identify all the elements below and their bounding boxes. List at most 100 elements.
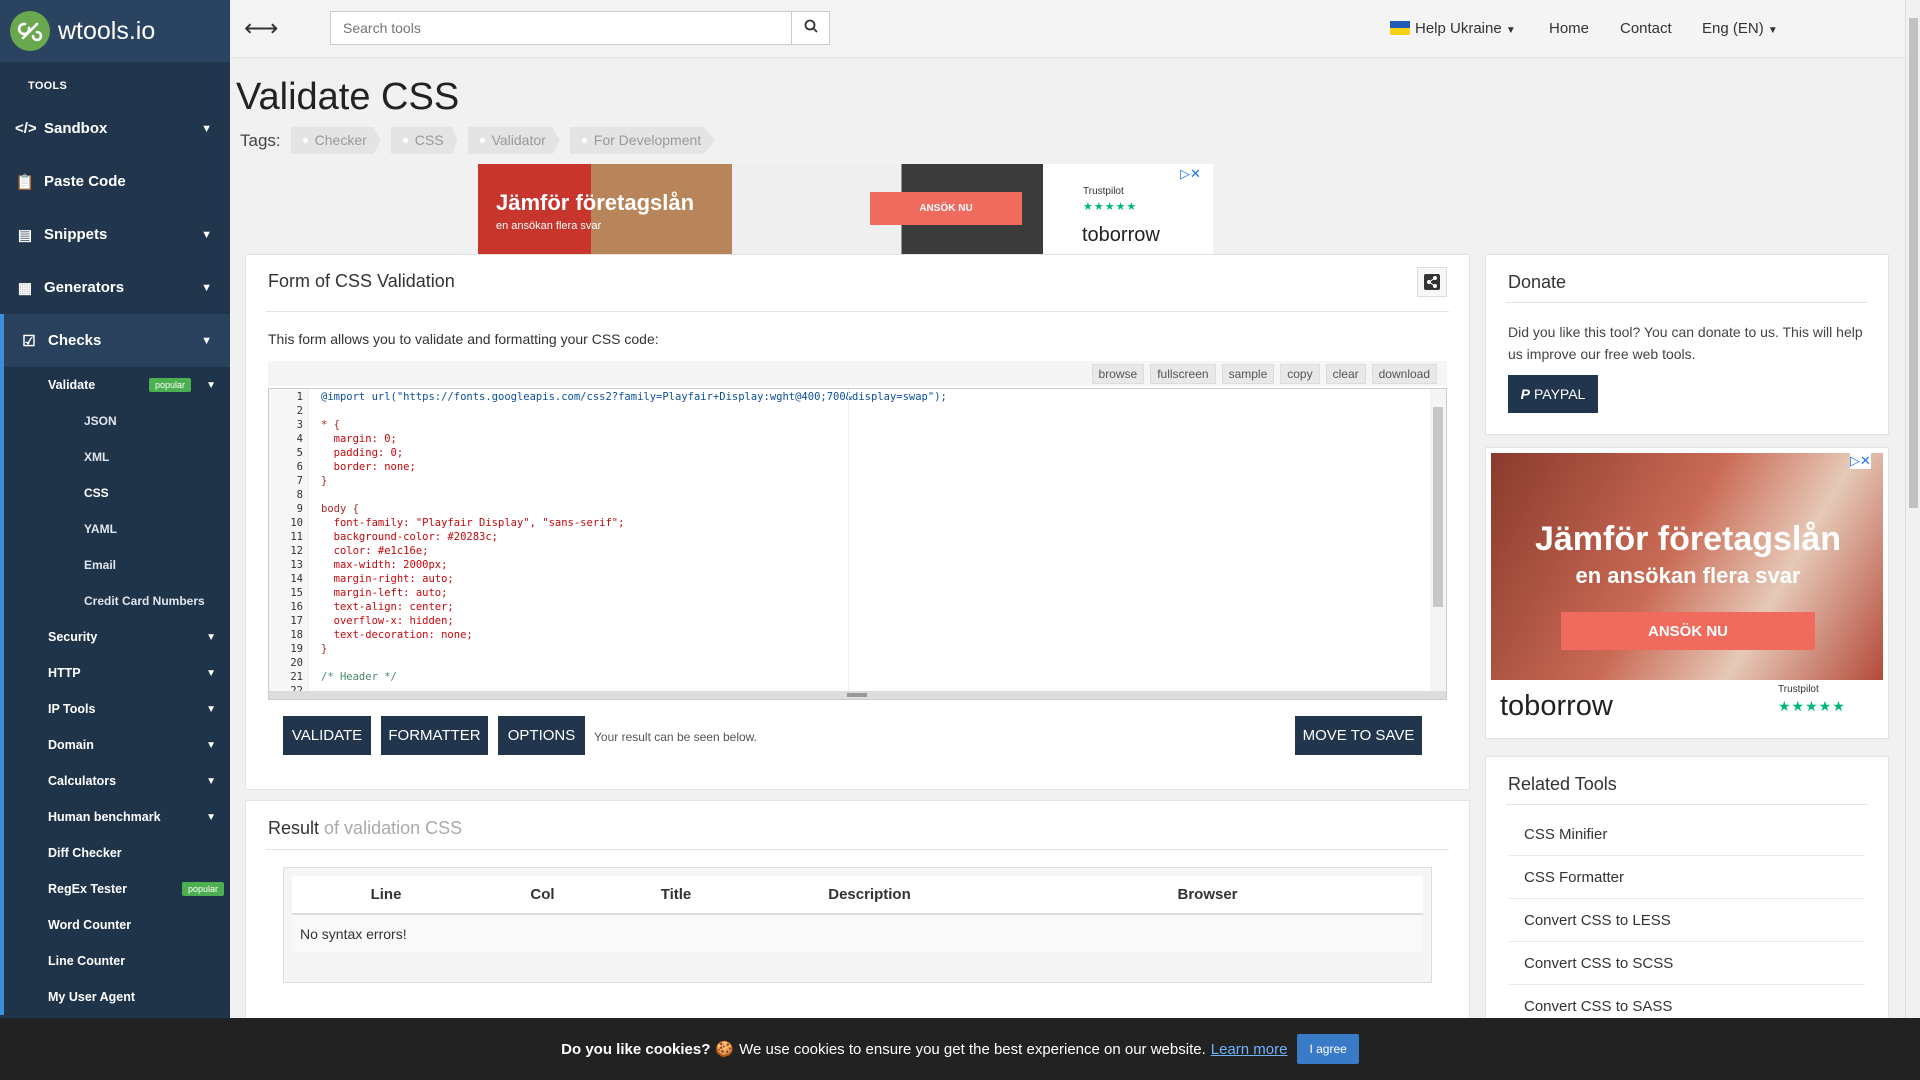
validate-button[interactable]: VALIDATE	[283, 716, 371, 755]
copy-button[interactable]: copy	[1280, 363, 1320, 384]
code-line[interactable]: background-color: #20283c;	[321, 531, 498, 543]
clear-button[interactable]: clear	[1325, 363, 1366, 384]
move-to-save-button[interactable]: MOVE TO SAVE	[1295, 716, 1422, 755]
sidebar-item-ip-tools[interactable]: IP Tools ▼	[4, 691, 230, 727]
help-ukraine-menu[interactable]: Help Ukraine ▼	[1390, 20, 1516, 37]
code-line[interactable]: text-align: center;	[321, 601, 454, 613]
code-line[interactable]: margin-left: auto;	[321, 587, 448, 599]
sidebar-item-email[interactable]: Email	[4, 547, 230, 583]
code-line[interactable]: }	[321, 475, 327, 487]
paypal-button[interactable]: P PAYPAL	[1508, 375, 1598, 413]
logo[interactable]: wtools.io	[0, 0, 230, 62]
result-panel-title: Result of validation CSS	[266, 801, 1449, 850]
side-advertisement[interactable]: Jämför företagslån en ansökan flera svar…	[1485, 447, 1889, 739]
scrollbar-thumb[interactable]	[1909, 18, 1918, 508]
page-scrollbar[interactable]	[1905, 0, 1920, 1018]
learn-more-link[interactable]: Learn more	[1211, 1041, 1288, 1058]
sidebar-item-json[interactable]: JSON	[4, 403, 230, 439]
editor-scrollbar-thumb[interactable]	[1433, 407, 1443, 607]
ad-trustpilot: Trustpilot	[1083, 186, 1124, 197]
sidebar-item-calculators[interactable]: Calculators ▼	[4, 763, 230, 799]
options-button[interactable]: OPTIONS	[498, 716, 585, 755]
sidebar-item-credit-card[interactable]: Credit Card Numbers	[4, 583, 230, 619]
related-tool-link[interactable]: Convert CSS to SCSS	[1509, 942, 1865, 985]
code-line[interactable]: max-width: 2000px;	[321, 559, 448, 571]
code-line[interactable]: margin: 0;	[321, 433, 397, 445]
code-line[interactable]: body {	[321, 503, 359, 515]
resize-handle[interactable]	[847, 693, 867, 697]
ad-choices-close-icon[interactable]: ▷✕	[1850, 453, 1871, 469]
code-line[interactable]: padding: 0;	[321, 447, 404, 459]
ad-stars-icon: ★★★★★	[1778, 698, 1846, 714]
sidebar-item-human-benchmark[interactable]: Human benchmark ▼	[4, 799, 230, 835]
share-icon[interactable]	[1417, 267, 1447, 297]
related-tool-link[interactable]: CSS Minifier	[1509, 813, 1865, 856]
tag-validator[interactable]: Validator	[467, 127, 560, 154]
ad-choices-close-icon[interactable]: ▷✕	[1180, 166, 1201, 182]
formatter-button[interactable]: FORMATTER	[381, 716, 488, 755]
sidebar-item-user-agent[interactable]: My User Agent	[4, 979, 230, 1015]
code-line[interactable]: * {	[321, 419, 340, 431]
tag-checker[interactable]: Checker	[290, 127, 381, 154]
nav-contact[interactable]: Contact	[1620, 20, 1672, 37]
fullscreen-button[interactable]: fullscreen	[1150, 363, 1216, 384]
wrench-gear-icon	[10, 11, 50, 51]
sidebar-item-label: Snippets	[44, 226, 108, 243]
sidebar-item-css[interactable]: CSS	[4, 475, 230, 511]
code-line[interactable]: margin-right: auto;	[321, 573, 454, 585]
code-icon: </>	[15, 120, 37, 137]
sidebar-item-snippets[interactable]: ▤ Snippets ▼	[0, 208, 230, 261]
chevron-down-icon: ▼	[206, 667, 216, 679]
code-line[interactable]: /* Header */	[321, 671, 397, 683]
sidebar-item-domain[interactable]: Domain ▼	[4, 727, 230, 763]
language-menu[interactable]: Eng (EN) ▼	[1702, 20, 1778, 37]
ad-cta-button[interactable]: ANSÖK NU	[870, 192, 1022, 225]
nav-home[interactable]: Home	[1549, 20, 1589, 37]
code-line[interactable]: }	[321, 643, 327, 655]
code-line[interactable]: color: #e1c16e;	[321, 545, 429, 557]
code-line[interactable]: text-decoration: none;	[321, 629, 473, 641]
editor-resize-bar[interactable]	[269, 691, 1446, 699]
download-button[interactable]: download	[1371, 363, 1437, 384]
sidebar-item-label: Sandbox	[44, 120, 108, 137]
code-line[interactable]: @import url("https://fonts.googleapis.co…	[321, 391, 947, 403]
code-editor[interactable]: 12345678910111213141516171819202122 @imp…	[268, 388, 1447, 700]
sidebar-item-yaml[interactable]: YAML	[4, 511, 230, 547]
sidebar-item-checks[interactable]: ☑ Checks ▼	[0, 314, 230, 367]
top-advertisement[interactable]: Jämför företagslån en ansökan flera svar…	[478, 164, 1213, 255]
code-line[interactable]: font-family: "Playfair Display", "sans-s…	[321, 517, 625, 529]
sidebar-item-validate[interactable]: Validate popular ▼	[4, 367, 230, 403]
code-line[interactable]: overflow-x: hidden;	[321, 615, 454, 627]
popular-badge: popular	[149, 378, 192, 392]
browse-button[interactable]: browse	[1091, 363, 1145, 384]
search-input[interactable]	[331, 12, 791, 44]
ad-cta-button[interactable]: ANSÖK NU	[1561, 612, 1815, 650]
line-number: 15	[290, 587, 303, 599]
sidebar-item-label: Generators	[44, 279, 125, 296]
sidebar-item-sandbox[interactable]: </> Sandbox ▼	[0, 102, 230, 155]
agree-button[interactable]: I agree	[1297, 1034, 1359, 1064]
chevron-down-icon: ▼	[206, 703, 216, 715]
sidebar-item-generators[interactable]: ▦ Generators ▼	[0, 261, 230, 314]
search-button[interactable]	[791, 12, 829, 44]
tag-css[interactable]: CSS	[390, 127, 458, 154]
generator-icon: ▦	[17, 279, 33, 297]
tag-for-development[interactable]: For Development	[569, 127, 716, 154]
sidebar-item-regex-tester[interactable]: RegEx Tester popular	[4, 871, 230, 907]
sidebar-item-word-counter[interactable]: Word Counter	[4, 907, 230, 943]
sidebar-item-paste-code[interactable]: 📋 Paste Code	[0, 155, 230, 208]
sample-button[interactable]: sample	[1221, 363, 1275, 384]
chevron-down-icon: ▼	[201, 334, 212, 347]
sidebar-item-security[interactable]: Security ▼	[4, 619, 230, 655]
related-tool-link[interactable]: Convert CSS to LESS	[1509, 899, 1865, 942]
sidebar-item-label: Line Counter	[48, 954, 126, 968]
code-line[interactable]: border: none;	[321, 461, 416, 473]
sidebar-item-line-counter[interactable]: Line Counter	[4, 943, 230, 979]
caret-down-icon: ▼	[1505, 25, 1516, 36]
editor-scrollbar[interactable]	[1430, 389, 1446, 691]
sidebar-item-diff-checker[interactable]: Diff Checker	[4, 835, 230, 871]
related-tool-link[interactable]: CSS Formatter	[1509, 856, 1865, 899]
sidebar-item-xml[interactable]: XML	[4, 439, 230, 475]
sidebar-item-http[interactable]: HTTP ▼	[4, 655, 230, 691]
sidebar-toggle-arrows-icon[interactable]: ⟷	[244, 14, 278, 43]
